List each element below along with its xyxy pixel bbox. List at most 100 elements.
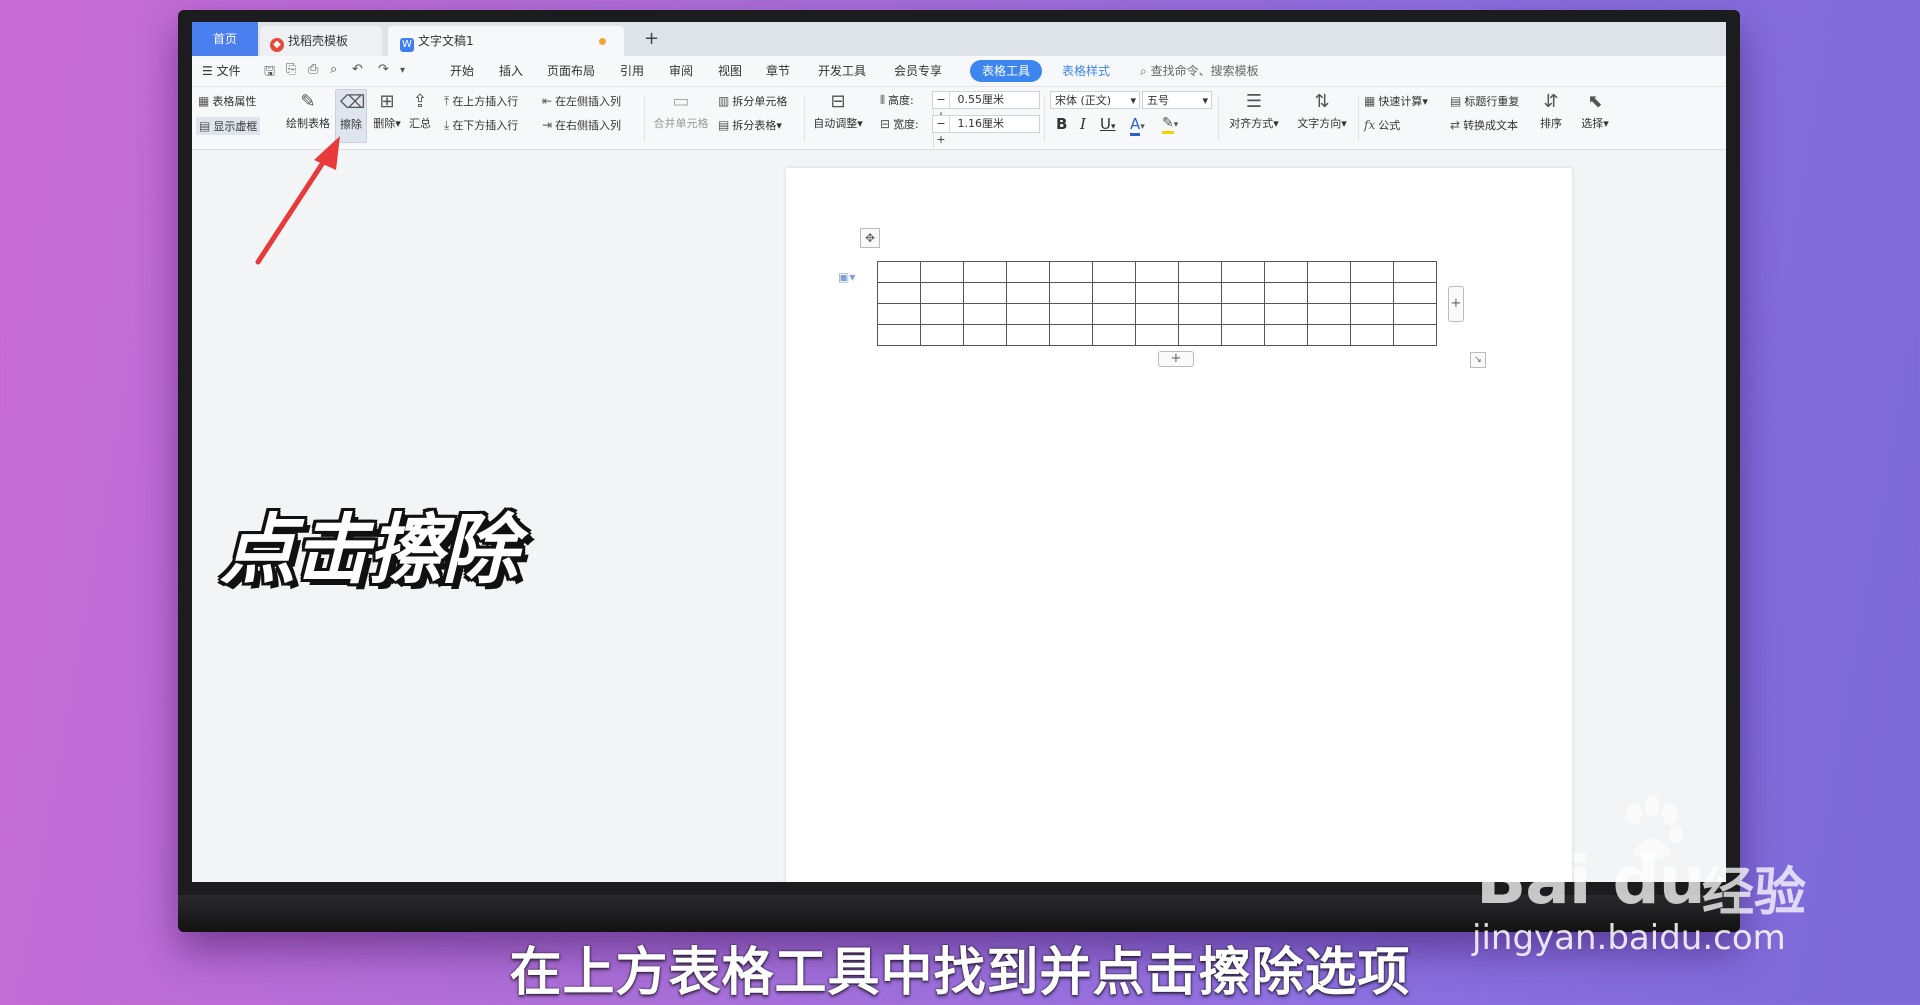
document-page[interactable]: ✥ ▣▾ + + ↘: [786, 168, 1572, 882]
split-cells-button[interactable]: ▥ 拆分单元格: [718, 93, 787, 109]
redo-icon[interactable]: ↷: [378, 62, 389, 77]
height-decrease[interactable]: −: [933, 92, 950, 108]
merge-cells-button[interactable]: ▭ 合并单元格: [650, 91, 712, 131]
table-cell[interactable]: [877, 261, 921, 283]
menu-member[interactable]: 会员专享: [894, 56, 942, 86]
print-icon[interactable]: ⎙: [308, 62, 318, 77]
tab-home[interactable]: 首页: [192, 22, 258, 56]
table-cell[interactable]: [1307, 282, 1351, 304]
table-cell[interactable]: [1135, 324, 1179, 346]
table-cell[interactable]: [920, 282, 964, 304]
erase-button[interactable]: ⌫ 擦除: [335, 89, 367, 143]
document-table[interactable]: [877, 261, 1437, 346]
table-cell[interactable]: [877, 324, 921, 346]
table-cell[interactable]: [1393, 261, 1437, 283]
table-cell[interactable]: [1092, 261, 1136, 283]
align-button[interactable]: ☰ 对齐方式▾: [1224, 91, 1284, 131]
table-cell[interactable]: [1006, 261, 1050, 283]
menu-insert[interactable]: 插入: [499, 56, 523, 86]
preview-icon[interactable]: ⌕: [330, 62, 337, 77]
new-tab-button[interactable]: +: [644, 28, 659, 49]
table-cell[interactable]: [1049, 324, 1093, 346]
table-cell[interactable]: [920, 261, 964, 283]
tab-template[interactable]: ◆ 找稻壳模板: [260, 26, 382, 56]
table-cell[interactable]: [963, 282, 1007, 304]
table-cell[interactable]: [1221, 324, 1265, 346]
menu-start[interactable]: 开始: [450, 56, 474, 86]
summary-button[interactable]: ⇪ 汇总: [406, 91, 434, 131]
width-increase[interactable]: +: [933, 132, 948, 148]
table-cell[interactable]: [920, 324, 964, 346]
file-menu[interactable]: ☰ 文件: [202, 56, 241, 86]
table-cell[interactable]: [963, 261, 1007, 283]
table-cell[interactable]: [1049, 303, 1093, 325]
table-cell[interactable]: [1135, 261, 1179, 283]
show-grid-button[interactable]: ▤ 显示虚框: [196, 117, 261, 135]
quick-calc-button[interactable]: ▦ 快速计算▾: [1364, 93, 1428, 109]
table-cell[interactable]: [1264, 303, 1308, 325]
table-cell[interactable]: [1221, 303, 1265, 325]
tab-table-style[interactable]: 表格样式: [1062, 56, 1110, 86]
save-icon[interactable]: 🖫: [264, 62, 275, 84]
font-size-select[interactable]: 五号 ▾: [1142, 91, 1212, 109]
table-cell[interactable]: [1092, 303, 1136, 325]
table-cell[interactable]: [877, 282, 921, 304]
table-cell[interactable]: [1178, 261, 1222, 283]
highlight-button[interactable]: ✎▾: [1162, 115, 1178, 134]
table-cell[interactable]: [1006, 282, 1050, 304]
table-cell[interactable]: [1307, 324, 1351, 346]
height-value[interactable]: 0.55厘米: [954, 92, 1026, 108]
italic-button[interactable]: I: [1080, 115, 1086, 133]
table-cell[interactable]: [963, 303, 1007, 325]
text-direction-button[interactable]: ⇅ 文字方向▾: [1292, 91, 1352, 131]
table-cell[interactable]: [1221, 261, 1265, 283]
command-search[interactable]: ⌕ 查找命令、搜索模板: [1140, 56, 1259, 86]
bold-button[interactable]: B: [1056, 115, 1067, 133]
table-cell[interactable]: [1092, 324, 1136, 346]
table-cell[interactable]: [963, 324, 1007, 346]
delete-button[interactable]: ⊞ 删除▾: [370, 91, 404, 131]
table-cell[interactable]: [1006, 303, 1050, 325]
table-cell[interactable]: [1393, 324, 1437, 346]
table-cell[interactable]: [1307, 261, 1351, 283]
table-cell[interactable]: [1135, 282, 1179, 304]
font-color-button[interactable]: A▾: [1130, 115, 1145, 136]
table-cell[interactable]: [1307, 303, 1351, 325]
auto-fit-button[interactable]: ⊟ 自动调整▾: [810, 91, 866, 131]
table-container[interactable]: [877, 261, 1437, 346]
table-cell[interactable]: [1393, 303, 1437, 325]
menu-layout[interactable]: 页面布局: [547, 56, 595, 86]
table-cell[interactable]: [1178, 324, 1222, 346]
table-cell[interactable]: [1264, 261, 1308, 283]
undo-icon[interactable]: ↶: [352, 62, 363, 77]
insert-row-below-button[interactable]: ⤓ 在下方插入行: [444, 117, 518, 133]
export-icon[interactable]: ⎘: [286, 62, 296, 77]
table-cell[interactable]: [1049, 261, 1093, 283]
table-cell[interactable]: [1006, 324, 1050, 346]
formula-button[interactable]: fx 公式: [1364, 117, 1400, 133]
table-cell[interactable]: [1350, 303, 1394, 325]
width-stepper[interactable]: − 1.16厘米 +: [932, 115, 1040, 148]
width-decrease[interactable]: −: [933, 116, 950, 132]
menu-chapter[interactable]: 章节: [766, 56, 790, 86]
sort-button[interactable]: ⇵ 排序: [1536, 91, 1566, 131]
table-cell[interactable]: [1350, 324, 1394, 346]
table-cell[interactable]: [1264, 282, 1308, 304]
repeat-header-button[interactable]: ▤ 标题行重复: [1450, 93, 1519, 109]
insert-col-left-button[interactable]: ⇤ 在左侧插入列: [542, 93, 621, 109]
table-cell[interactable]: [1350, 282, 1394, 304]
qat-more-icon[interactable]: ▾: [400, 65, 405, 76]
table-cell[interactable]: [920, 303, 964, 325]
split-table-button[interactable]: ▤ 拆分表格▾: [718, 117, 782, 133]
table-cell[interactable]: [1178, 282, 1222, 304]
underline-button[interactable]: U▾: [1100, 115, 1116, 133]
select-button[interactable]: ⬉ 选择▾: [1576, 91, 1614, 131]
menu-reference[interactable]: 引用: [620, 56, 644, 86]
table-move-handle[interactable]: ✥: [860, 228, 880, 248]
height-stepper[interactable]: − 0.55厘米 +: [932, 91, 1040, 124]
tab-table-tools[interactable]: 表格工具: [970, 60, 1043, 82]
insert-col-right-button[interactable]: ⇥ 在右侧插入列: [542, 117, 621, 133]
menu-dev-tools[interactable]: 开发工具: [818, 56, 866, 86]
add-row-button[interactable]: +: [1158, 351, 1194, 367]
draw-table-button[interactable]: ✎ 绘制表格: [282, 91, 334, 131]
